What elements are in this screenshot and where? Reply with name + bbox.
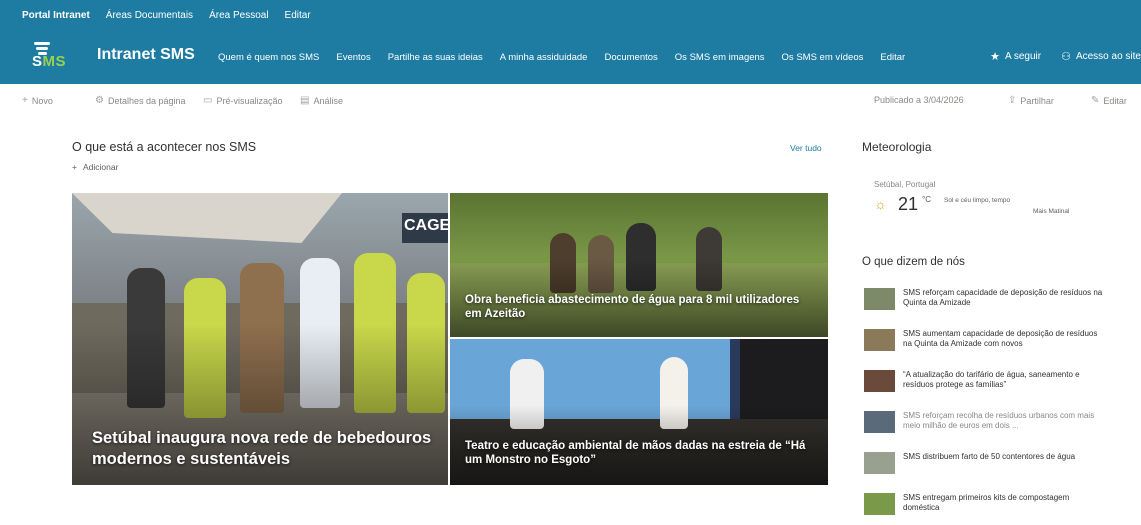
follow-label: A seguir (1004, 51, 1042, 62)
people-icon: ⚇ (1061, 51, 1071, 63)
command-bar: + Novo ⚙ Detalhes da página ▭ Pré-visual… (0, 84, 1141, 116)
said-thumbnail (864, 452, 895, 474)
logo-wave-icon (34, 42, 50, 55)
plus-icon: + (22, 95, 28, 106)
share-icon: ⇪ (1008, 95, 1017, 106)
analytics-button[interactable]: ▤ Análise (300, 95, 343, 106)
news-tile-caption: Setúbal inaugura nova rede de bebedouros… (92, 429, 432, 468)
star-icon: ★ (990, 51, 1000, 63)
building-sign: CAGE (402, 213, 448, 243)
said-thumbnail (864, 411, 895, 433)
said-item[interactable]: SMS reforçam recolha de resíduos urbanos… (864, 411, 1104, 443)
said-thumbnail (864, 370, 895, 392)
preview-icon: ▭ (203, 95, 213, 106)
news-tile-caption: Obra beneficia abastecimento de água par… (465, 294, 800, 321)
nav-partilhe-ideias[interactable]: Partilhe as suas ideias (388, 52, 483, 63)
logo-text: SMS (32, 53, 67, 70)
header-actions: ★ A seguir ⚇ Acesso ao site (990, 50, 1141, 63)
said-section-title: O que dizem de nós (862, 256, 965, 268)
nav-sms-videos[interactable]: Os SMS em vídeos (782, 52, 864, 63)
add-news-button[interactable]: + Adicionar (72, 162, 118, 172)
preview-label: Pré-visualização (216, 95, 283, 106)
said-item-text: “A atualização do tarifário de água, san… (903, 370, 1080, 389)
weather-temperature: 21 (898, 194, 919, 214)
news-section-title: O que está a acontecer nos SMS (72, 140, 257, 154)
said-item-text: SMS aumentam capacidade de deposição de … (903, 329, 1098, 348)
share-label: Partilhar (1020, 95, 1054, 106)
said-thumbnail (864, 329, 895, 351)
said-item-text: SMS distribuem farto de 50 contentores d… (903, 452, 1076, 461)
nav-documentos[interactable]: Documentos (604, 52, 657, 63)
said-item[interactable]: SMS distribuem farto de 50 contentores d… (864, 452, 1104, 484)
page-details-button[interactable]: ⚙ Detalhes da página (95, 95, 186, 106)
plus-icon: + (72, 162, 77, 172)
pencil-icon: ✎ (1091, 95, 1100, 106)
suite-link-areas-documentais[interactable]: Áreas Documentais (106, 10, 193, 21)
nav-sms-imagens[interactable]: Os SMS em imagens (675, 52, 765, 63)
published-status: Publicado a 3/04/2026 (874, 95, 964, 105)
news-tile-obra-azeitao[interactable]: Obra beneficia abastecimento de água par… (450, 193, 828, 337)
said-item[interactable]: “A atualização do tarifário de água, san… (864, 370, 1104, 402)
see-all-link[interactable]: Ver tudo (790, 143, 822, 153)
new-button[interactable]: + Novo (22, 95, 53, 106)
page-details-label: Detalhes da página (107, 95, 186, 106)
analytics-icon: ▤ (300, 95, 310, 106)
published-label: Publicado a 3/04/2026 (874, 95, 964, 105)
top-navigation: Quem é quem nos SMS Eventos Partilhe as … (218, 52, 905, 63)
said-item-text: SMS reforçam recolha de resíduos urbanos… (903, 411, 1095, 430)
weather-title: Meteorologia (862, 140, 932, 154)
site-header: SMS Intranet SMS Quem é quem nos SMS Eve… (0, 30, 1141, 84)
said-item-text: SMS entregam primeiros kits de compostag… (903, 493, 1070, 512)
weather-more[interactable]: Mais Matinal (1033, 208, 1069, 215)
add-news-label: Adicionar (82, 162, 119, 172)
suite-bar: Portal Intranet Áreas Documentais Área P… (0, 0, 1141, 30)
site-access-label: Acesso ao site (1075, 51, 1141, 62)
nav-editar[interactable]: Editar (880, 52, 905, 63)
edit-button[interactable]: ✎ Editar (1091, 95, 1127, 106)
edit-label: Editar (1103, 95, 1127, 106)
analytics-label: Análise (313, 95, 343, 106)
share-button[interactable]: ⇪ Partilhar (1008, 95, 1054, 106)
nav-minha-assiduidade[interactable]: A minha assiduidade (500, 52, 588, 63)
follow-button[interactable]: ★ A seguir (990, 50, 1041, 63)
weather-description: Sol e céu limpo, tempo (944, 197, 1011, 204)
preview-button[interactable]: ▭ Pré-visualização (203, 95, 282, 106)
gear-icon: ⚙ (95, 95, 104, 106)
sun-icon: ☼ (874, 196, 887, 212)
weather-location: Setúbal, Portugal (874, 180, 936, 189)
said-item-text: SMS reforçam capacidade de deposição de … (903, 288, 1103, 307)
site-title[interactable]: Intranet SMS (97, 46, 195, 64)
site-logo[interactable]: SMS (28, 38, 68, 76)
suite-link-editar[interactable]: Editar (285, 10, 311, 21)
suite-link-portal[interactable]: Portal Intranet (22, 10, 90, 21)
weather-unit: °C (922, 195, 931, 204)
nav-quem-e-quem[interactable]: Quem é quem nos SMS (218, 52, 319, 63)
said-thumbnail (864, 288, 895, 310)
nav-eventos[interactable]: Eventos (336, 52, 370, 63)
said-item[interactable]: SMS aumentam capacidade de deposição de … (864, 329, 1104, 361)
news-tile-caption: Teatro e educação ambiental de mãos dada… (465, 440, 806, 467)
said-item[interactable]: SMS reforçam capacidade de deposição de … (864, 288, 1104, 320)
said-thumbnail (864, 493, 895, 515)
said-item[interactable]: SMS entregam primeiros kits de compostag… (864, 493, 1104, 525)
news-tile-teatro[interactable]: Teatro e educação ambiental de mãos dada… (450, 339, 828, 485)
suite-link-area-pessoal[interactable]: Área Pessoal (209, 10, 268, 21)
news-tile-bebedouros[interactable]: CAGE Setúbal inaugura nova rede de bebed… (72, 193, 448, 485)
site-access-button[interactable]: ⚇ Acesso ao site (1061, 50, 1141, 63)
new-label: Novo (31, 95, 53, 106)
